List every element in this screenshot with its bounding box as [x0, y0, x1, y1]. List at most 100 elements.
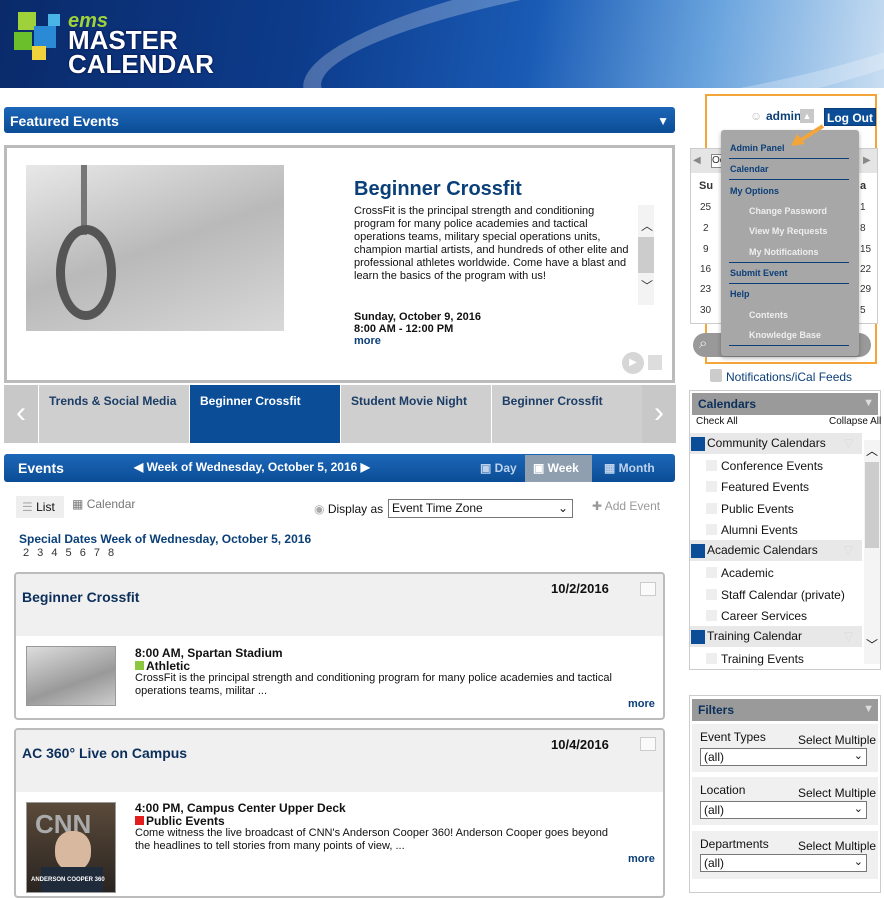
location-select[interactable]: (all) ⌄	[700, 801, 867, 819]
calendar-item[interactable]: Public Events	[706, 502, 794, 516]
calendar-group[interactable]: Training Calendar ▽	[690, 626, 862, 647]
carousel-tab[interactable]: Student Movie Night	[341, 385, 491, 443]
menu-item-admin-panel[interactable]: Admin Panel	[730, 143, 785, 153]
menu-item-submit-event[interactable]: Submit Event	[730, 268, 788, 278]
carousel-tab[interactable]: Beginner Crossfit	[492, 385, 642, 443]
view-week-button[interactable]: ▣ Week	[525, 455, 592, 482]
mini-cal-day[interactable]: 5	[860, 305, 866, 316]
notifications-link[interactable]: Notifications/iCal Feeds	[726, 370, 852, 384]
play-icon[interactable]: ▶	[622, 352, 644, 374]
mini-cal-day[interactable]: 23	[700, 284, 711, 295]
check-all-link[interactable]: Check All	[696, 416, 738, 427]
carousel-next-icon[interactable]: ›	[642, 385, 676, 443]
calendar-item[interactable]: Staff Calendar (private)	[706, 588, 845, 602]
event-checkbox-icon[interactable]	[640, 582, 656, 596]
carousel-tab-active[interactable]: Beginner Crossfit	[190, 385, 340, 443]
calendar-item[interactable]: Career Services	[706, 609, 807, 623]
event-category: Athletic	[135, 659, 190, 673]
mini-cal-day[interactable]: 9	[703, 244, 709, 255]
calendar-item[interactable]: Training Events	[706, 652, 804, 666]
filter-icon: ▽	[844, 543, 854, 557]
collapse-all-link[interactable]: Collapse All	[829, 416, 881, 427]
event-thumbnail[interactable]: CNN ANDERSON COOPER 360	[26, 802, 116, 893]
mini-cal-day[interactable]: 29	[860, 284, 871, 295]
group-checkbox	[691, 630, 705, 644]
menu-item-view-requests[interactable]: View My Requests	[749, 226, 827, 236]
collapse-triangle-icon[interactable]: ▼	[863, 397, 874, 409]
menu-item-change-password[interactable]: Change Password	[749, 206, 827, 216]
calendar-view-tab[interactable]: ▦ Calendar	[72, 497, 135, 511]
calendar-item[interactable]: Alumni Events	[706, 523, 798, 537]
prev-week-icon[interactable]: ◀	[134, 460, 147, 474]
menu-item-knowledge-base[interactable]: Knowledge Base	[749, 330, 821, 340]
calendar-group[interactable]: Academic Calendars ▽	[690, 540, 862, 561]
event-more-link[interactable]: more	[628, 698, 655, 710]
event-title[interactable]: AC 360° Live on Campus	[22, 745, 187, 761]
view-month-button[interactable]: ▦ Month	[596, 455, 663, 482]
caret-up-icon[interactable]: ▲	[800, 109, 814, 123]
special-dates-days[interactable]: 2 3 4 5 6 7 8	[23, 547, 114, 559]
mini-cal-day[interactable]: 1	[860, 202, 866, 213]
calendars-bar[interactable]: Calendars ▼	[692, 393, 878, 415]
mini-cal-day[interactable]: 8	[860, 223, 866, 234]
carousel-prev-icon[interactable]: ‹	[4, 385, 38, 443]
list-view-tab[interactable]: ☰ List	[16, 496, 64, 518]
mini-cal-day[interactable]: 30	[700, 305, 711, 316]
search-icon[interactable]: ⌕	[699, 335, 707, 352]
featured-scrollbar[interactable]: ︿ ﹀	[638, 205, 654, 305]
event-types-select[interactable]: (all) ⌄	[700, 748, 867, 766]
calendar-item[interactable]: Conference Events	[706, 459, 823, 473]
checkbox	[706, 653, 717, 664]
calendar-item[interactable]: Featured Events	[706, 480, 809, 494]
calendar-item[interactable]: Academic	[706, 566, 774, 580]
logo-mark[interactable]	[14, 12, 66, 64]
select-multiple-link[interactable]: Select Multiple	[798, 839, 876, 853]
notifications-icon[interactable]	[710, 369, 722, 382]
menu-item-my-options[interactable]: My Options	[730, 186, 779, 196]
collapse-triangle-icon[interactable]: ▼	[863, 703, 874, 715]
scroll-down-icon[interactable]: ﹀	[641, 277, 653, 294]
featured-events-bar[interactable]: Featured Events ▼	[4, 107, 675, 133]
filter-icon: ▽	[844, 436, 854, 450]
mini-cal-day[interactable]: 16	[700, 264, 711, 275]
logout-button[interactable]: Log Out	[824, 108, 876, 126]
checkbox	[706, 460, 717, 471]
user-icon: ☺	[750, 109, 763, 123]
admin-username[interactable]: admin	[766, 109, 801, 123]
scroll-thumb	[865, 462, 879, 548]
featured-more-link[interactable]: more	[354, 335, 381, 347]
departments-select[interactable]: (all) ⌄	[700, 854, 867, 872]
event-title[interactable]: Beginner Crossfit	[22, 589, 139, 605]
event-checkbox-icon[interactable]	[640, 737, 656, 751]
collapse-triangle-icon[interactable]: ▼	[657, 114, 669, 128]
mini-cal-day[interactable]: 2	[703, 223, 709, 234]
featured-event-description: CrossFit is the principal strength and c…	[354, 205, 629, 282]
menu-item-help[interactable]: Help	[730, 289, 750, 299]
menu-item-calendar[interactable]: Calendar	[730, 164, 769, 174]
calendar-group[interactable]: Community Calendars ▽	[690, 433, 862, 454]
event-more-link[interactable]: more	[628, 853, 655, 865]
timezone-select[interactable]: Event Time Zone ⌄	[388, 499, 573, 518]
scroll-up-icon[interactable]: ︿	[641, 217, 653, 234]
menu-item-contents[interactable]: Contents	[749, 310, 788, 320]
mini-cal-day[interactable]: 22	[860, 264, 871, 275]
mini-cal-day[interactable]: 25	[700, 202, 711, 213]
calendars-scrollbar[interactable]: ︿ ﹀	[864, 440, 880, 664]
event-thumbnail[interactable]	[26, 646, 116, 706]
carousel-tab[interactable]: Trends & Social Media	[39, 385, 189, 443]
view-day-button[interactable]: ▣ Day	[472, 455, 525, 482]
mini-cal-prev-icon[interactable]: ◀	[693, 155, 701, 166]
add-event-button[interactable]: ✚ Add Event	[592, 499, 660, 513]
select-multiple-link[interactable]: Select Multiple	[798, 786, 876, 800]
pause-icon[interactable]	[648, 355, 662, 370]
next-week-icon[interactable]: ▶	[361, 460, 370, 474]
group-checkbox	[691, 437, 705, 451]
mini-cal-next-icon[interactable]: ▶	[863, 155, 871, 166]
featured-event-title[interactable]: Beginner Crossfit	[354, 178, 522, 201]
scroll-thumb[interactable]	[638, 237, 654, 273]
mini-cal-day[interactable]: 15	[860, 244, 871, 255]
menu-item-notifications[interactable]: My Notifications	[749, 247, 819, 257]
featured-event-image[interactable]	[26, 165, 284, 331]
filters-bar[interactable]: Filters ▼	[692, 699, 878, 721]
select-multiple-link[interactable]: Select Multiple	[798, 733, 876, 747]
